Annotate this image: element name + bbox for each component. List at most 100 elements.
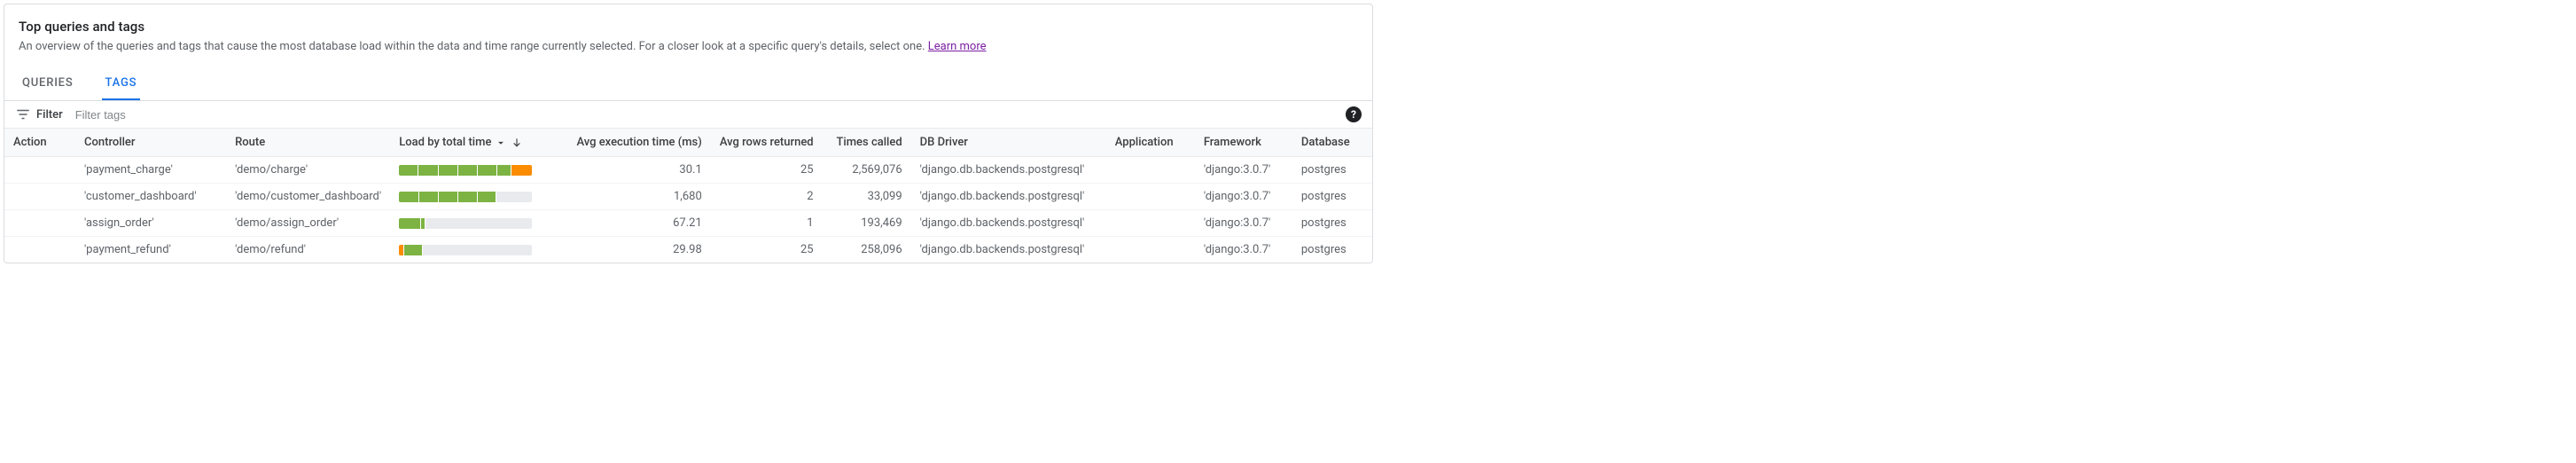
cell-times: 2,569,076 bbox=[823, 157, 911, 184]
tabs: QUERIES TAGS bbox=[4, 67, 1372, 101]
cell-times: 33,099 bbox=[823, 184, 911, 210]
load-segment bbox=[418, 165, 437, 176]
load-segment bbox=[425, 218, 532, 229]
cell-controller: 'customer_dashboard' bbox=[75, 184, 226, 210]
col-driver[interactable]: DB Driver bbox=[911, 129, 1106, 157]
help-icon[interactable]: ? bbox=[1346, 106, 1362, 122]
load-segment bbox=[421, 218, 425, 229]
cell-controller: 'payment_refund' bbox=[75, 237, 226, 263]
load-bar bbox=[399, 218, 532, 229]
col-db[interactable]: Database bbox=[1292, 129, 1372, 157]
panel-header: Top queries and tags An overview of the … bbox=[4, 4, 1372, 60]
cell-rows: 1 bbox=[711, 210, 823, 237]
cell-route: 'demo/customer_dashboard' bbox=[226, 184, 390, 210]
load-segment bbox=[458, 165, 477, 176]
load-segment bbox=[404, 245, 422, 255]
cell-driver: 'django.db.backends.postgresql' bbox=[911, 210, 1106, 237]
cell-db: postgres bbox=[1292, 184, 1372, 210]
cell-action bbox=[4, 184, 75, 210]
col-framework[interactable]: Framework bbox=[1195, 129, 1292, 157]
cell-load bbox=[390, 210, 567, 237]
col-action[interactable]: Action bbox=[4, 129, 75, 157]
cell-app bbox=[1106, 184, 1195, 210]
top-queries-panel: Top queries and tags An overview of the … bbox=[4, 4, 1373, 263]
load-segment bbox=[399, 218, 420, 229]
cell-rows: 25 bbox=[711, 157, 823, 184]
cell-db: postgres bbox=[1292, 210, 1372, 237]
load-segment bbox=[458, 192, 477, 202]
learn-more-link[interactable]: Learn more bbox=[928, 40, 987, 53]
filter-label: Filter bbox=[36, 108, 63, 122]
table-row[interactable]: 'payment_charge''demo/charge' 30.1252,569… bbox=[4, 157, 1372, 184]
col-load-label: Load by total time bbox=[399, 136, 491, 149]
cell-app bbox=[1106, 237, 1195, 263]
cell-exec: 67.21 bbox=[567, 210, 710, 237]
col-rows[interactable]: Avg rows returned bbox=[711, 129, 823, 157]
load-segment bbox=[511, 165, 532, 176]
cell-app bbox=[1106, 157, 1195, 184]
cell-db: postgres bbox=[1292, 237, 1372, 263]
col-app[interactable]: Application bbox=[1106, 129, 1195, 157]
table-row[interactable]: 'assign_order''demo/assign_order' 67.2111… bbox=[4, 210, 1372, 237]
col-controller[interactable]: Controller bbox=[75, 129, 226, 157]
load-segment bbox=[478, 192, 495, 202]
cell-framework: 'django:3.0.7' bbox=[1195, 210, 1292, 237]
col-route[interactable]: Route bbox=[226, 129, 390, 157]
cell-route: 'demo/charge' bbox=[226, 157, 390, 184]
tab-tags[interactable]: TAGS bbox=[102, 67, 141, 100]
cell-times: 193,469 bbox=[823, 210, 911, 237]
cell-rows: 2 bbox=[711, 184, 823, 210]
table-row[interactable]: 'payment_refund''demo/refund' 29.9825258,… bbox=[4, 237, 1372, 263]
load-segment bbox=[439, 165, 457, 176]
cell-driver: 'django.db.backends.postgresql' bbox=[911, 237, 1106, 263]
tags-table: Action Controller Route Load by total ti… bbox=[4, 129, 1372, 263]
arrow-down-icon bbox=[511, 137, 523, 149]
col-exec[interactable]: Avg execution time (ms) bbox=[567, 129, 710, 157]
filter-bar: Filter ? bbox=[4, 101, 1372, 129]
col-load[interactable]: Load by total time bbox=[390, 129, 567, 157]
cell-times: 258,096 bbox=[823, 237, 911, 263]
load-segment bbox=[423, 245, 532, 255]
cell-driver: 'django.db.backends.postgresql' bbox=[911, 157, 1106, 184]
cell-framework: 'django:3.0.7' bbox=[1195, 237, 1292, 263]
load-segment bbox=[478, 165, 496, 176]
load-segment bbox=[399, 165, 418, 176]
load-bar bbox=[399, 245, 532, 255]
col-times[interactable]: Times called bbox=[823, 129, 911, 157]
table-row[interactable]: 'customer_dashboard''demo/customer_dashb… bbox=[4, 184, 1372, 210]
cell-app bbox=[1106, 210, 1195, 237]
panel-description: An overview of the queries and tags that… bbox=[19, 40, 1358, 53]
cell-framework: 'django:3.0.7' bbox=[1195, 184, 1292, 210]
cell-db: postgres bbox=[1292, 157, 1372, 184]
cell-load bbox=[390, 184, 567, 210]
load-segment bbox=[439, 192, 457, 202]
cell-exec: 29.98 bbox=[567, 237, 710, 263]
cell-action bbox=[4, 157, 75, 184]
filter-icon bbox=[15, 106, 31, 122]
cell-controller: 'assign_order' bbox=[75, 210, 226, 237]
cell-route: 'demo/refund' bbox=[226, 237, 390, 263]
cell-driver: 'django.db.backends.postgresql' bbox=[911, 184, 1106, 210]
cell-controller: 'payment_charge' bbox=[75, 157, 226, 184]
load-segment bbox=[419, 192, 438, 202]
panel-description-text: An overview of the queries and tags that… bbox=[19, 40, 928, 53]
cell-framework: 'django:3.0.7' bbox=[1195, 157, 1292, 184]
load-segment bbox=[399, 245, 403, 255]
panel-title: Top queries and tags bbox=[19, 19, 1358, 35]
tab-queries[interactable]: QUERIES bbox=[19, 67, 77, 100]
cell-action bbox=[4, 237, 75, 263]
cell-load bbox=[390, 157, 567, 184]
load-bar bbox=[399, 165, 532, 176]
caret-down-icon bbox=[495, 137, 507, 149]
table-header-row: Action Controller Route Load by total ti… bbox=[4, 129, 1372, 157]
cell-exec: 1,680 bbox=[567, 184, 710, 210]
filter-input[interactable] bbox=[74, 107, 1346, 122]
cell-load bbox=[390, 237, 567, 263]
cell-action bbox=[4, 210, 75, 237]
cell-route: 'demo/assign_order' bbox=[226, 210, 390, 237]
cell-exec: 30.1 bbox=[567, 157, 710, 184]
load-segment bbox=[497, 165, 511, 176]
load-segment bbox=[399, 192, 418, 202]
load-segment bbox=[496, 192, 533, 202]
cell-rows: 25 bbox=[711, 237, 823, 263]
